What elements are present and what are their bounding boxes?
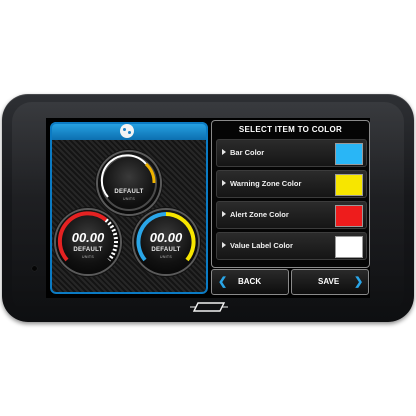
swatch-value-label-color[interactable] xyxy=(335,236,363,258)
edge-logo-icon xyxy=(190,302,228,312)
swatch-bar-color[interactable] xyxy=(335,143,363,165)
row-label: Warning Zone Color xyxy=(230,179,302,188)
color-select-panel: SELECT ITEM TO COLOR Bar Color Warning Z… xyxy=(211,120,370,268)
chevron-right-icon: ❯ xyxy=(354,276,364,288)
row-alert-zone-color[interactable]: Alert Zone Color xyxy=(216,201,367,229)
light-sensor xyxy=(32,266,37,271)
row-label: Value Label Color xyxy=(230,241,293,250)
row-label: Bar Color xyxy=(230,148,265,157)
panel-heading: SELECT ITEM TO COLOR xyxy=(238,125,343,134)
row-label: Alert Zone Color xyxy=(230,210,289,219)
row-value-label-color[interactable]: Value Label Color xyxy=(216,232,367,260)
gauge-preview-panel: DEFAULT UNITS 00.00 DEFAULT UNITS 00.00 … xyxy=(50,122,208,294)
swatch-warning-zone-color[interactable] xyxy=(335,174,363,196)
caret-right-icon xyxy=(222,242,226,248)
back-button[interactable]: ❮ BACK xyxy=(211,269,289,295)
row-warning-zone-color[interactable]: Warning Zone Color xyxy=(216,170,367,198)
chevron-left-icon: ❮ xyxy=(218,276,228,288)
caret-right-icon xyxy=(222,211,226,217)
caret-right-icon xyxy=(222,149,226,155)
caret-right-icon xyxy=(222,180,226,186)
touch-screen: DEFAULT UNITS 00.00 DEFAULT UNITS 00.00 … xyxy=(46,118,370,298)
gauge-panel-frame xyxy=(50,122,208,294)
save-label: SAVE xyxy=(318,277,340,286)
brand-logo xyxy=(186,301,232,313)
swatch-alert-zone-color[interactable] xyxy=(335,205,363,227)
back-label: BACK xyxy=(238,277,262,286)
row-bar-color[interactable]: Bar Color xyxy=(216,139,367,167)
save-button[interactable]: SAVE ❯ xyxy=(291,269,369,295)
